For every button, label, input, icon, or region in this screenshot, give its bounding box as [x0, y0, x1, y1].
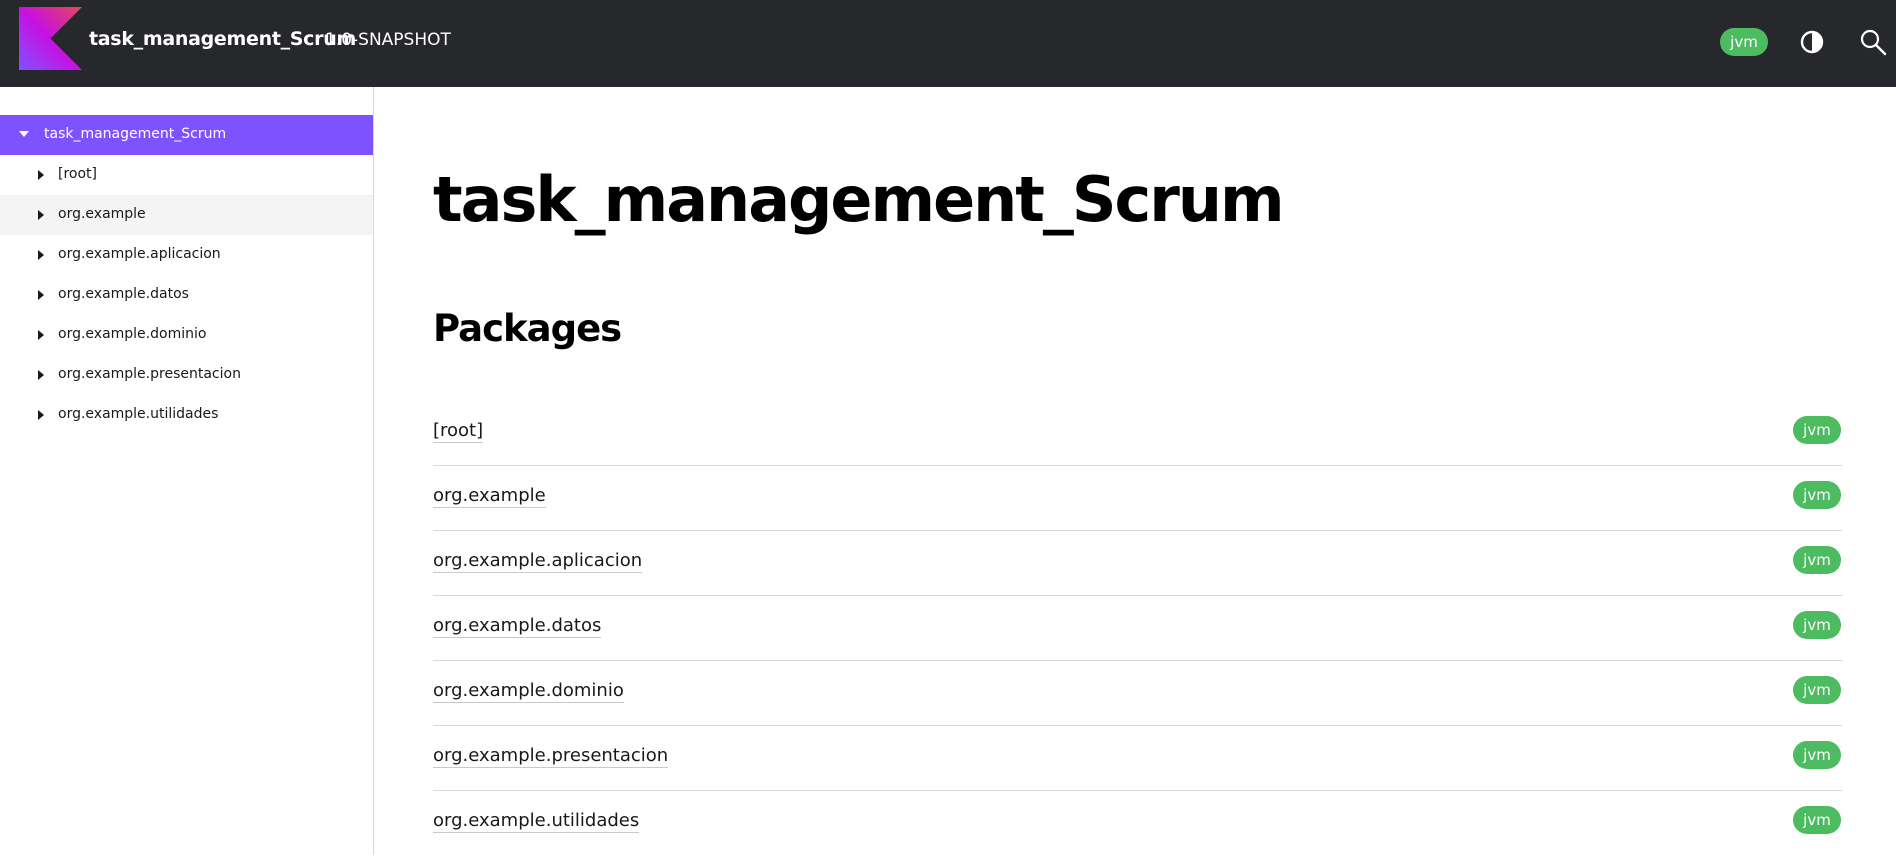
- package-link[interactable]: org.example: [433, 485, 546, 508]
- sidebar-item-org-example[interactable]: org.example: [0, 195, 373, 235]
- sidebar-item-label: org.example.aplicacion: [58, 246, 221, 262]
- platform-badge-jvm[interactable]: jvm: [1793, 481, 1841, 509]
- sidebar-item-presentacion[interactable]: org.example.presentacion: [0, 355, 373, 395]
- sidebar-item-datos[interactable]: org.example.datos: [0, 275, 373, 315]
- sidebar-item-dominio[interactable]: org.example.dominio: [0, 315, 373, 355]
- section-title-packages: Packages: [433, 307, 622, 350]
- table-row: org.example.aplicacion jvm: [433, 531, 1842, 596]
- chevron-right-icon[interactable]: [38, 210, 44, 220]
- platform-badge-jvm[interactable]: jvm: [1793, 676, 1841, 704]
- chevron-right-icon[interactable]: [38, 370, 44, 380]
- table-row: org.example.utilidades jvm: [433, 791, 1842, 856]
- sidebar-item-label: org.example.utilidades: [58, 406, 219, 422]
- sidebar-item-label: [root]: [58, 166, 97, 182]
- contrast-icon[interactable]: [1799, 29, 1825, 55]
- chevron-right-icon[interactable]: [38, 250, 44, 260]
- sidebar-item-label: org.example: [58, 206, 146, 222]
- sidebar-item-aplicacion[interactable]: org.example.aplicacion: [0, 235, 373, 275]
- kotlin-logo[interactable]: [19, 7, 82, 70]
- package-link[interactable]: [root]: [433, 420, 484, 443]
- sidebar-item-label: org.example.dominio: [58, 326, 207, 342]
- platform-badge-jvm[interactable]: jvm: [1793, 611, 1841, 639]
- sidebar-item-label: task_management_Scrum: [44, 126, 227, 142]
- platform-badge-jvm[interactable]: jvm: [1793, 416, 1841, 444]
- table-row: org.example.dominio jvm: [433, 661, 1842, 726]
- sidebar-item-label: org.example.presentacion: [58, 366, 241, 382]
- platform-filter-label: jvm: [1730, 33, 1758, 51]
- search-icon[interactable]: [1859, 28, 1887, 56]
- table-row: org.example jvm: [433, 466, 1842, 531]
- sidebar-item-root-package[interactable]: [root]: [0, 155, 373, 195]
- sidebar-item-root-project[interactable]: task_management_Scrum: [0, 115, 373, 155]
- project-version: 1.0-SNAPSHOT: [325, 30, 451, 50]
- table-row: org.example.presentacion jvm: [433, 726, 1842, 791]
- package-link[interactable]: org.example.aplicacion: [433, 550, 643, 573]
- package-link[interactable]: org.example.utilidades: [433, 810, 640, 833]
- chevron-right-icon[interactable]: [38, 170, 44, 180]
- table-row: org.example.datos jvm: [433, 596, 1842, 661]
- package-link[interactable]: org.example.dominio: [433, 680, 624, 703]
- page-title: task_management_Scrum: [433, 163, 1285, 236]
- sidebar-item-label: org.example.datos: [58, 286, 189, 302]
- package-link[interactable]: org.example.presentacion: [433, 745, 669, 768]
- chevron-right-icon[interactable]: [38, 290, 44, 300]
- chevron-down-icon[interactable]: [19, 131, 29, 137]
- platform-badge-jvm[interactable]: jvm: [1793, 806, 1841, 834]
- sidebar-item-utilidades[interactable]: org.example.utilidades: [0, 395, 373, 435]
- package-link[interactable]: org.example.datos: [433, 615, 602, 638]
- top-navbar: task_management_Scrum 1.0-SNAPSHOT jvm: [0, 0, 1896, 87]
- platform-filter-jvm[interactable]: jvm: [1720, 28, 1768, 56]
- table-row: [root] jvm: [433, 401, 1842, 466]
- main-content: task_management_Scrum Packages [root] jv…: [374, 87, 1896, 855]
- platform-badge-jvm[interactable]: jvm: [1793, 741, 1841, 769]
- sidebar-navigation: task_management_Scrum [root] org.example…: [0, 87, 374, 855]
- project-name[interactable]: task_management_Scrum: [89, 28, 356, 50]
- chevron-right-icon[interactable]: [38, 410, 44, 420]
- platform-badge-jvm[interactable]: jvm: [1793, 546, 1841, 574]
- chevron-right-icon[interactable]: [38, 330, 44, 340]
